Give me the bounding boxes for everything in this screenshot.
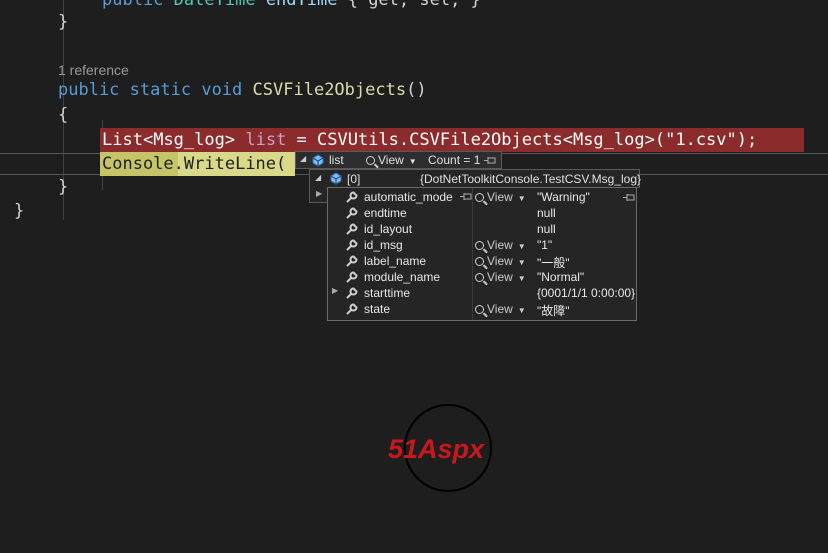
member-name: id_layout bbox=[364, 222, 413, 236]
member-row[interactable]: label_name View ▼ "一般" bbox=[328, 253, 636, 270]
member-row[interactable]: ▶ starttime {0001/1/1 0:00:00} bbox=[328, 285, 636, 301]
member-value: "Warning" bbox=[537, 190, 590, 204]
collapse-arrow-icon[interactable]: ◢ bbox=[300, 154, 306, 163]
watermark-logo: 51Aspx bbox=[388, 404, 492, 492]
view-button[interactable]: View ▼ bbox=[475, 254, 526, 268]
code-line-list-assignment[interactable]: List<Msg_log> list = CSVUtils.CSVFile2Ob… bbox=[102, 128, 757, 152]
member-value: "Normal" bbox=[537, 270, 585, 284]
wrench-icon bbox=[346, 303, 358, 315]
expand-arrow-icon[interactable]: ▶ bbox=[332, 286, 338, 295]
chevron-down-icon: ▼ bbox=[517, 306, 526, 315]
view-button[interactable]: View ▼ bbox=[475, 190, 526, 204]
brace-close-method: } bbox=[58, 177, 69, 197]
pin-icon[interactable] bbox=[460, 192, 472, 201]
magnifier-icon bbox=[475, 273, 484, 282]
datatip-members-table: automatic_mode View ▼ "Warning" endtime n… bbox=[327, 187, 637, 321]
brace-open: { bbox=[58, 105, 69, 125]
datatip-item-value: {DotNetToolkitConsole.TestCSV.Msg_log} bbox=[420, 172, 642, 186]
code-line-console-writeline[interactable]: Console.WriteLine( bbox=[102, 152, 286, 176]
svg-text:51Aspx: 51Aspx bbox=[388, 434, 485, 464]
member-row[interactable]: module_name View ▼ "Normal" bbox=[328, 269, 636, 285]
chevron-down-icon: ▼ bbox=[517, 274, 526, 283]
view-button[interactable]: View ▼ bbox=[475, 238, 526, 252]
method-signature: public static void CSVFile2Objects() bbox=[58, 80, 427, 100]
magnifier-icon bbox=[475, 305, 484, 314]
wrench-icon bbox=[346, 271, 358, 283]
view-button[interactable]: View ▼ bbox=[475, 302, 526, 316]
magnifier-icon bbox=[475, 241, 484, 250]
member-row[interactable]: id_msg View ▼ "1" bbox=[328, 237, 636, 253]
member-name: starttime bbox=[364, 286, 411, 300]
code-line-endtime: public DateTime endTime { get; set; } bbox=[102, 0, 481, 10]
wrench-icon bbox=[346, 223, 358, 235]
datatip-count: Count = 1 bbox=[428, 153, 481, 167]
member-value: null bbox=[537, 206, 556, 220]
brace-close-prop: } bbox=[58, 12, 69, 32]
magnifier-icon bbox=[475, 257, 484, 266]
member-row[interactable]: automatic_mode View ▼ "Warning" bbox=[328, 189, 636, 205]
codelens-references[interactable]: 1 reference bbox=[58, 62, 129, 78]
magnifier-icon bbox=[366, 156, 375, 165]
brace-close-class: } bbox=[14, 201, 25, 221]
chevron-down-icon: ▼ bbox=[517, 258, 526, 267]
pin-icon[interactable] bbox=[484, 156, 497, 165]
collapse-arrow-icon[interactable]: ◢ bbox=[315, 173, 321, 182]
pin-icon[interactable] bbox=[623, 193, 636, 202]
datatip-header[interactable]: ◢ list View ▼ Count = 1 bbox=[295, 151, 502, 169]
list-variable-icon bbox=[312, 154, 324, 167]
member-name: endtime bbox=[364, 206, 407, 220]
datatip-view-button[interactable]: View ▼ bbox=[366, 153, 417, 167]
datatip-variable-name: list bbox=[329, 153, 344, 167]
member-value: "故障" bbox=[537, 304, 570, 318]
wrench-icon bbox=[346, 191, 358, 203]
member-name: label_name bbox=[364, 254, 427, 268]
datatip-side-strip: ▶ bbox=[309, 187, 329, 203]
wrench-icon bbox=[346, 207, 358, 219]
member-name: automatic_mode bbox=[364, 190, 453, 204]
member-row[interactable]: state View ▼ "故障" bbox=[328, 301, 636, 318]
wrench-icon bbox=[346, 287, 358, 299]
object-icon bbox=[330, 172, 342, 185]
member-row[interactable]: id_layout null bbox=[328, 221, 636, 237]
chevron-down-icon: ▼ bbox=[517, 194, 526, 203]
datatip-item-0[interactable]: ◢ [0] {DotNetToolkitConsole.TestCSV.Msg_… bbox=[309, 169, 642, 188]
expand-arrow-icon[interactable]: ▶ bbox=[316, 189, 322, 198]
member-value: null bbox=[537, 222, 556, 236]
datatip-item-name: [0] bbox=[347, 172, 361, 186]
member-name: id_msg bbox=[364, 238, 403, 252]
chevron-down-icon: ▼ bbox=[408, 157, 417, 166]
member-value: "1" bbox=[537, 238, 553, 252]
wrench-icon bbox=[346, 239, 358, 251]
member-name: state bbox=[364, 302, 391, 316]
view-button[interactable]: View ▼ bbox=[475, 270, 526, 284]
wrench-icon bbox=[346, 255, 358, 267]
magnifier-icon bbox=[475, 193, 484, 202]
chevron-down-icon: ▼ bbox=[517, 242, 526, 251]
member-value: {0001/1/1 0:00:00} bbox=[537, 286, 636, 300]
member-name: module_name bbox=[364, 270, 441, 284]
member-row[interactable]: endtime null bbox=[328, 205, 636, 221]
